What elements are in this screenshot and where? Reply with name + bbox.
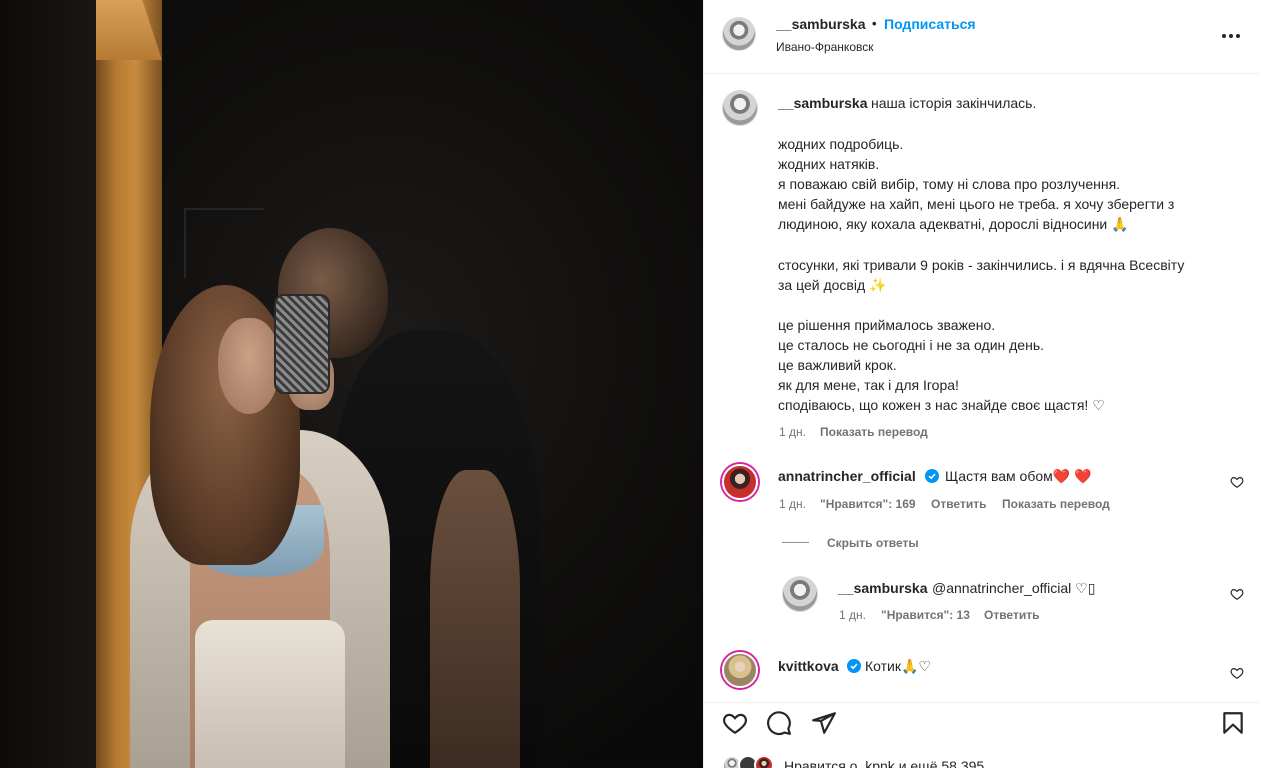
verified-badge-icon bbox=[847, 659, 861, 673]
comment-text: Щастя вам обом❤️ ❤️ bbox=[945, 468, 1092, 484]
hide-replies-button[interactable]: Скрыть ответы bbox=[827, 536, 919, 550]
reply-avatar[interactable] bbox=[782, 576, 818, 612]
comment-like-heart-icon[interactable] bbox=[1230, 666, 1244, 680]
caption-translate-link[interactable]: Показать перевод bbox=[820, 425, 928, 439]
caption-line: за цей досвід ✨ bbox=[778, 277, 887, 293]
share-paper-plane-icon[interactable] bbox=[811, 710, 837, 736]
caption-avatar[interactable] bbox=[722, 90, 758, 126]
caption-line: жодних подробиць. bbox=[778, 136, 904, 152]
photo-wall bbox=[0, 0, 96, 768]
caption-line: я поважаю свій вибір, тому ні слова про … bbox=[778, 176, 1121, 192]
likes-summary[interactable]: Нравится o_kpnk и ещё 58 395 bbox=[784, 758, 984, 768]
comment-bubble-icon[interactable] bbox=[766, 710, 792, 736]
post-side-panel: __samburska • Подписаться Ивано-Франковс… bbox=[703, 0, 1260, 768]
comment-likes[interactable]: "Нравится": 169 bbox=[820, 497, 916, 511]
caption-line: це сталось не сьогодні і не за один день… bbox=[778, 337, 1044, 353]
comment-avatar[interactable] bbox=[722, 652, 758, 688]
follow-button[interactable]: Подписаться bbox=[884, 16, 976, 32]
caption-first-line: наша історія закінчилась. bbox=[871, 95, 1037, 111]
reply-likes[interactable]: "Нравится": 13 bbox=[881, 608, 970, 622]
reply-like-heart-icon[interactable] bbox=[1230, 587, 1244, 601]
photo-man-arm bbox=[430, 470, 520, 768]
caption-line: жодних натяків. bbox=[778, 156, 880, 172]
caption-line: мені байдуже на хайп, мені цього не треб… bbox=[778, 196, 1175, 212]
reply-text: @annatrincher_official ♡▯ bbox=[932, 580, 1096, 596]
caption-time[interactable]: 1 дн. bbox=[779, 425, 806, 439]
caption-line: людиною, яку кохала адекватні, дорослі в… bbox=[778, 216, 1129, 232]
post-actions-bar: Нравится o_kpnk и ещё 58 395 bbox=[704, 702, 1260, 768]
comment-like-heart-icon[interactable] bbox=[1230, 475, 1244, 489]
header-dot: • bbox=[872, 16, 877, 31]
author-username[interactable]: __samburska bbox=[776, 16, 866, 32]
photo-shorts bbox=[195, 620, 345, 768]
comment-translate-link[interactable]: Показать перевод bbox=[1002, 497, 1110, 511]
liker-avatar[interactable] bbox=[754, 755, 774, 768]
comment-username[interactable]: annatrincher_official bbox=[778, 468, 916, 484]
post-header: __samburska • Подписаться Ивано-Франковс… bbox=[704, 0, 1260, 74]
photo-rack bbox=[184, 208, 264, 278]
photo-face bbox=[218, 318, 280, 414]
caption-line: сподіваюсь, що кожен з нас знайде своє щ… bbox=[778, 397, 1105, 413]
reply-reply-button[interactable]: Ответить bbox=[984, 608, 1039, 622]
photo-phone bbox=[276, 296, 328, 392]
reply-time[interactable]: 1 дн. bbox=[839, 608, 866, 622]
caption-line: це важливий крок. bbox=[778, 357, 897, 373]
caption-line: це рішення приймалось зважено. bbox=[778, 317, 996, 333]
author-avatar[interactable] bbox=[722, 17, 756, 51]
comment-avatar[interactable] bbox=[722, 464, 758, 500]
caption-line: стосунки, які тривали 9 років - закінчил… bbox=[778, 257, 1185, 273]
save-bookmark-icon[interactable] bbox=[1220, 710, 1246, 736]
caption-username[interactable]: __samburska bbox=[778, 95, 868, 111]
scrollbar[interactable] bbox=[1259, 0, 1264, 768]
comment-text: Котик🙏♡ bbox=[865, 658, 931, 674]
comment-time[interactable]: 1 дн. bbox=[779, 497, 806, 511]
post-location[interactable]: Ивано-Франковск bbox=[776, 40, 873, 54]
verified-badge-icon bbox=[925, 469, 939, 483]
comment-username[interactable]: kvittkova bbox=[778, 658, 839, 674]
like-heart-icon[interactable] bbox=[722, 710, 748, 736]
comment-reply-button[interactable]: Ответить bbox=[931, 497, 986, 511]
post-photo[interactable] bbox=[0, 0, 703, 768]
reply-username[interactable]: __samburska bbox=[838, 580, 928, 596]
replies-divider bbox=[782, 542, 809, 543]
caption-line: як для мене, так і для Ігора! bbox=[778, 377, 959, 393]
more-horizontal-icon[interactable] bbox=[1220, 25, 1242, 47]
